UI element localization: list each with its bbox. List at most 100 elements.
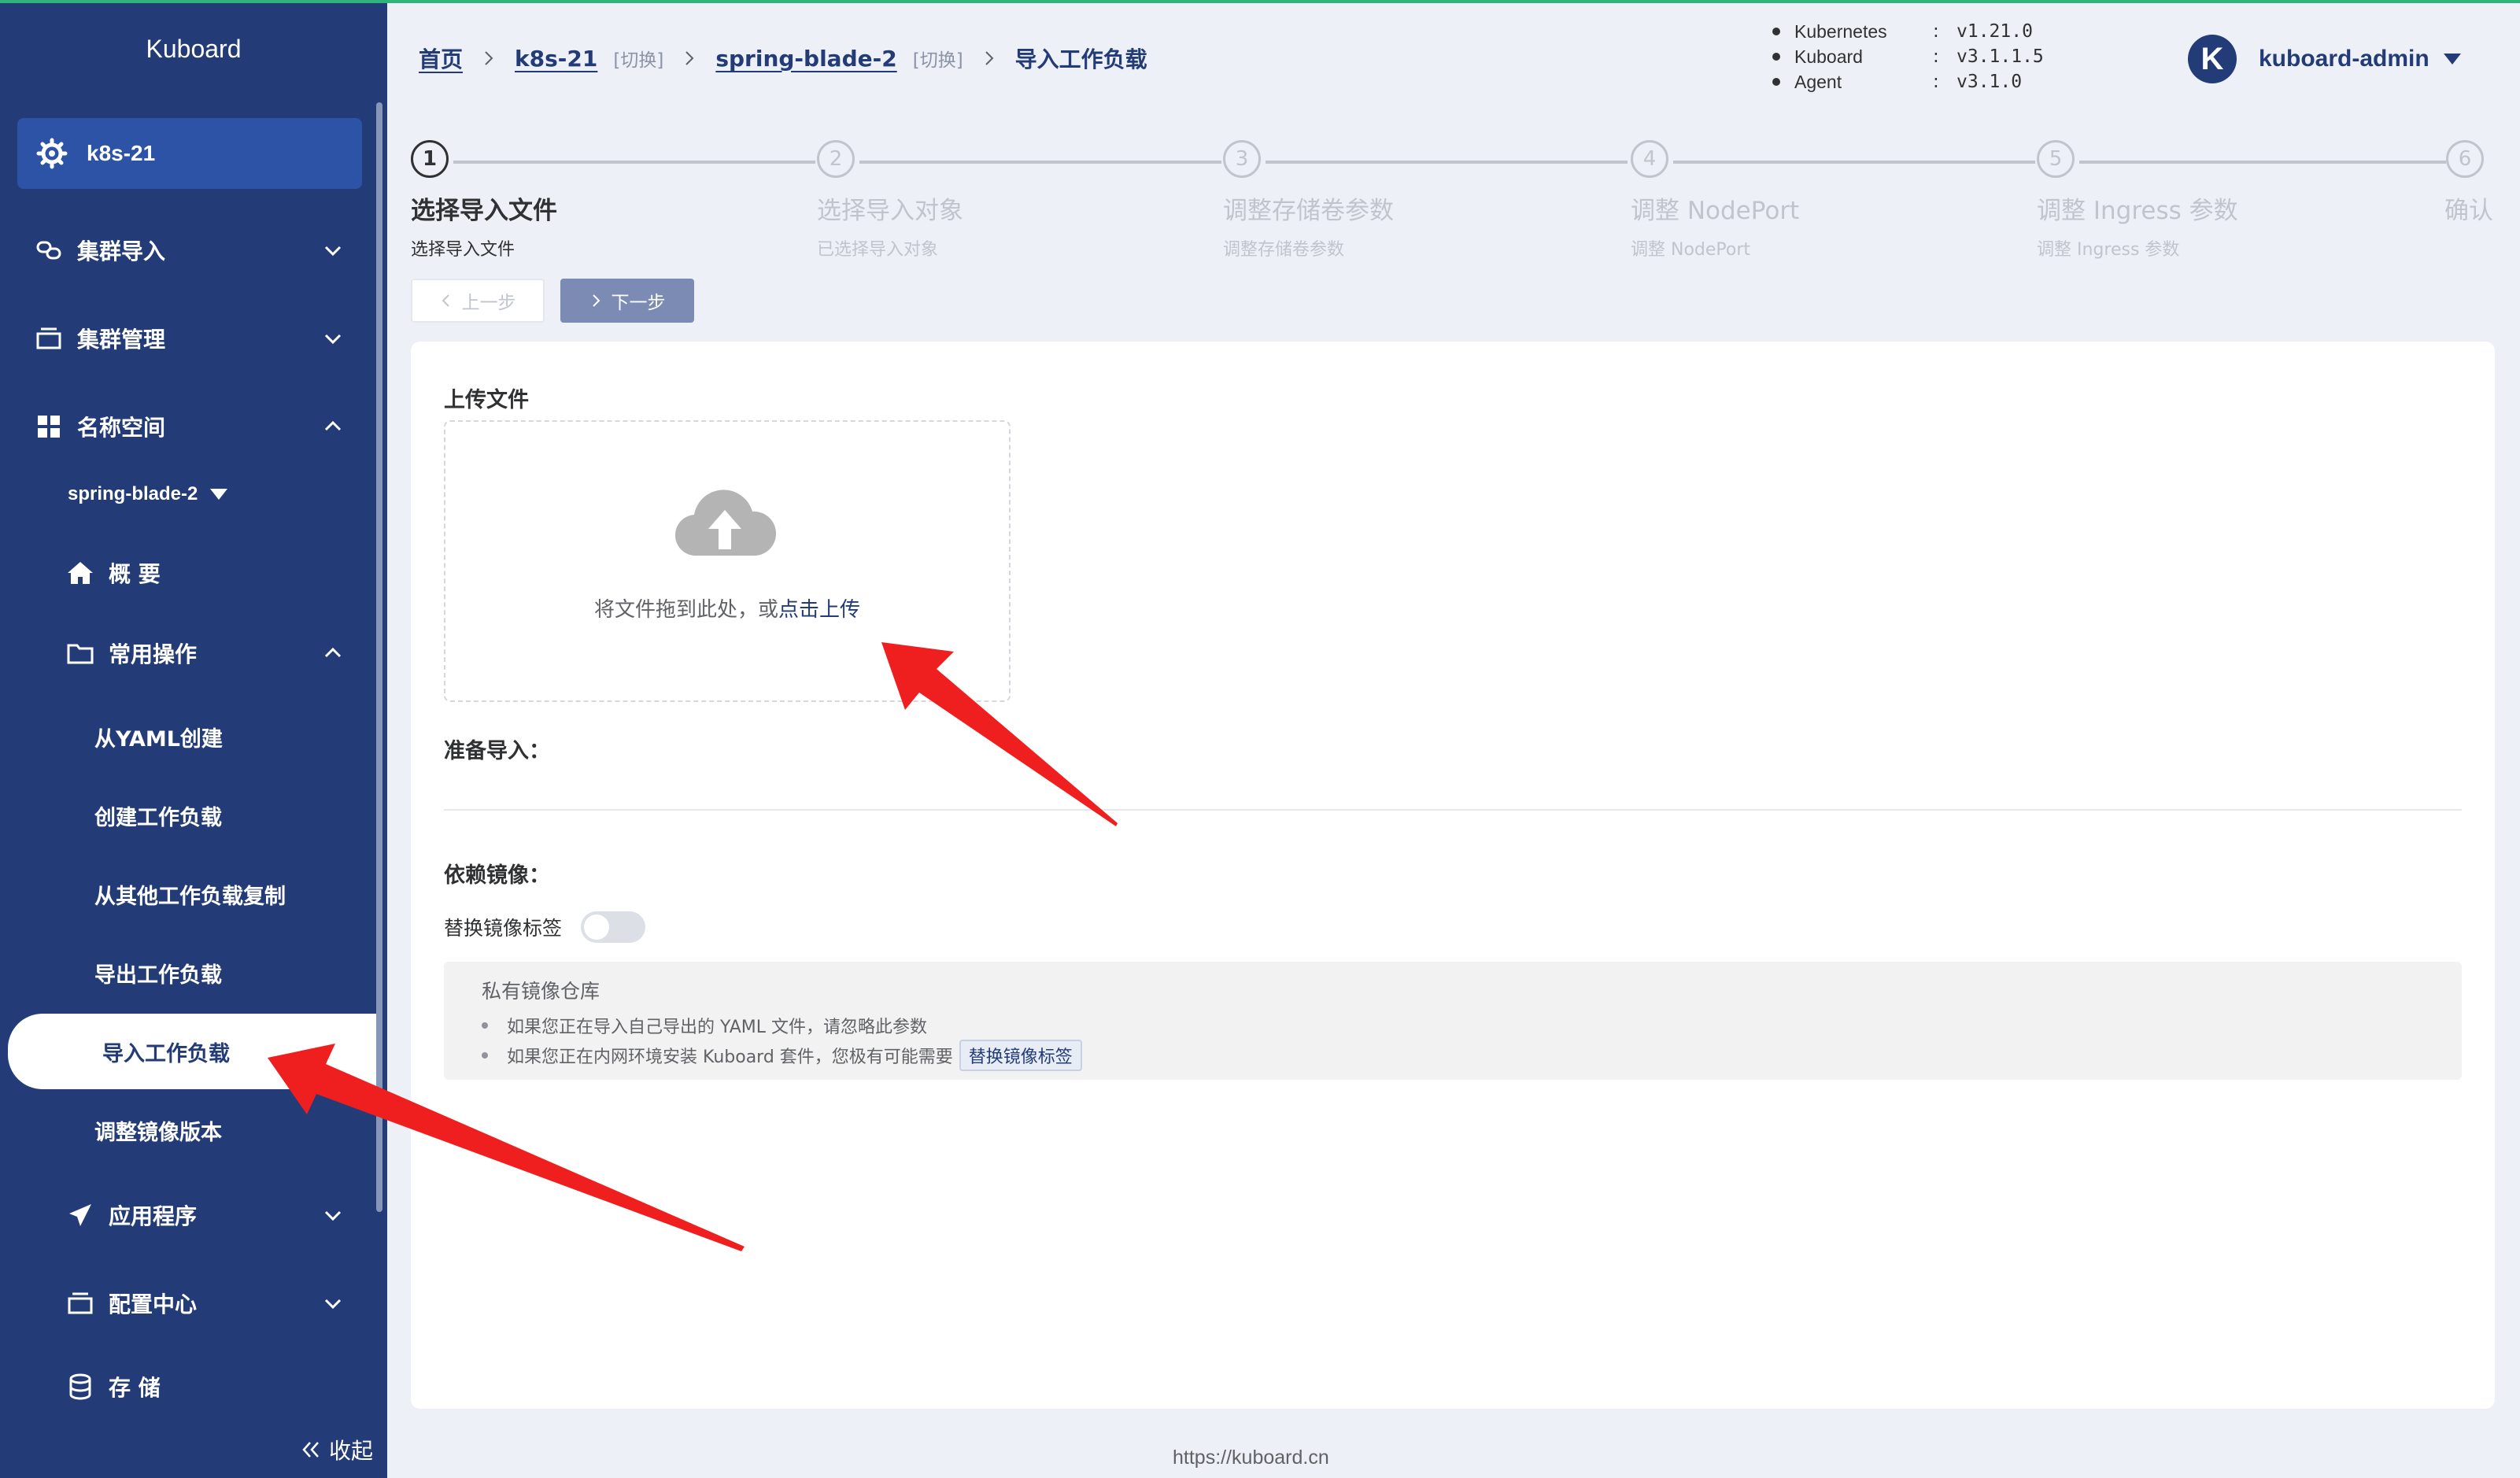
step-number: 5 bbox=[2037, 140, 2075, 178]
upload-hint-text: 将文件拖到此处，或 bbox=[593, 598, 778, 622]
step-1: 1 选择导入文件 选择导入文件 bbox=[411, 140, 557, 260]
step-description: 调整 Ingress 参数 bbox=[2037, 240, 2180, 260]
menu-common-ops[interactable]: 常用操作 bbox=[0, 622, 378, 685]
import-steps: 1 选择导入文件 选择导入文件 2 选择导入对象 已选择导入对象 3 调整存储卷… bbox=[409, 140, 2495, 266]
menu-namespace[interactable]: 名称空间 bbox=[0, 395, 378, 458]
namespace-select[interactable]: spring-blade-2 bbox=[68, 483, 228, 505]
menu-create-workload[interactable]: 创建工作负载 bbox=[0, 784, 378, 847]
step-4: 4 调整 NodePort 调整 NodePort bbox=[1631, 140, 1799, 260]
chevron-left-icon bbox=[442, 294, 449, 307]
version-row: Agent : v3.1.0 bbox=[1772, 69, 2044, 94]
menu-namespace-label: 名称空间 bbox=[77, 415, 166, 441]
menu-overview[interactable]: 概 要 bbox=[0, 541, 378, 604]
breadcrumb-namespace[interactable]: spring-blade-2 bbox=[715, 46, 896, 72]
breadcrumb: 首页 k8s-21 [切换] spring-blade-2 [切换] 导入工作负… bbox=[419, 42, 1147, 74]
current-cluster[interactable]: k8s-21 bbox=[17, 118, 362, 189]
footer-url[interactable]: https://kuboard.cn bbox=[1173, 1447, 1329, 1469]
version-name: Agent bbox=[1794, 71, 1842, 92]
version-colon: : bbox=[1933, 21, 1939, 42]
bullet-icon bbox=[482, 1052, 488, 1059]
top-accent-line bbox=[0, 0, 2520, 3]
step-description: 调整 NodePort bbox=[1631, 240, 1751, 260]
step-title: 调整 NodePort bbox=[1631, 197, 1800, 225]
menu-config-label: 配置中心 bbox=[109, 1291, 198, 1317]
chevron-right-icon bbox=[485, 51, 493, 65]
replace-tag-label: 替换镜像标签 bbox=[444, 917, 563, 940]
send-icon bbox=[69, 1204, 91, 1226]
step-2: 2 选择导入对象 已选择导入对象 bbox=[817, 140, 963, 260]
next-step-button[interactable]: 下一步 bbox=[560, 279, 694, 323]
step-description: 选择导入文件 bbox=[411, 240, 515, 260]
upload-dropzone[interactable]: 将文件拖到此处，或点击上传 bbox=[444, 420, 1011, 702]
menu-adjust-image-version[interactable]: 调整镜像版本 bbox=[0, 1099, 378, 1162]
depends-image-label: 依赖镜像： bbox=[444, 863, 550, 888]
menu-import-workload[interactable]: 导入工作负载 bbox=[8, 1014, 378, 1089]
menu-cluster-manage[interactable]: 集群管理 bbox=[0, 307, 378, 370]
namespace-select-value: spring-blade-2 bbox=[68, 483, 198, 504]
collapse-label: 收起 bbox=[329, 1438, 374, 1464]
menu-copy-workload[interactable]: 从其他工作负载复制 bbox=[0, 863, 378, 926]
step-number: 3 bbox=[1223, 140, 1261, 178]
menu-export-workload-label: 导出工作负载 bbox=[94, 963, 222, 988]
collapse-button[interactable]: 收起 bbox=[299, 1434, 373, 1465]
box-icon bbox=[68, 1292, 93, 1314]
menu-storage-label: 存 储 bbox=[109, 1375, 161, 1401]
version-row: Kuboard : v3.1.1.5 bbox=[1772, 44, 2044, 69]
link-icon bbox=[36, 241, 61, 260]
avatar: K bbox=[2188, 35, 2237, 83]
step-number: 4 bbox=[1631, 140, 1668, 178]
menu-cluster-import[interactable]: 集群导入 bbox=[0, 219, 378, 282]
version-info: Kubernetes : v1.21.0 Kuboard : v3.1.1.5 … bbox=[1772, 19, 2044, 94]
prev-step-button[interactable]: 上一步 bbox=[411, 279, 545, 323]
chevron-up-icon bbox=[324, 420, 342, 431]
step-number: 2 bbox=[817, 140, 855, 178]
replace-tag-toggle[interactable] bbox=[581, 911, 646, 943]
notice-list: 如果您正在导入自己导出的 YAML 文件，请忽略此参数 如果您正在内网环境安装 … bbox=[482, 1011, 1082, 1071]
double-chevron-left-icon bbox=[302, 1442, 319, 1458]
bullet-icon bbox=[1772, 78, 1780, 86]
upload-click-link[interactable]: 点击上传 bbox=[778, 598, 860, 622]
step-title: 确认 bbox=[2444, 197, 2493, 225]
replace-tag-row: 替换镜像标签 bbox=[444, 911, 646, 943]
chevron-down-icon bbox=[324, 246, 342, 257]
step-description: 调整存储卷参数 bbox=[1223, 240, 1345, 260]
prev-step-label: 上一步 bbox=[461, 293, 516, 313]
menu-config[interactable]: 配置中心 bbox=[0, 1272, 378, 1335]
menu-adjust-image-version-label: 调整镜像版本 bbox=[94, 1120, 222, 1145]
step-3: 3 调整存储卷参数 调整存储卷参数 bbox=[1223, 140, 1394, 260]
menu-create-from-yaml-label: 从YAML创建 bbox=[94, 726, 223, 752]
breadcrumb-switch-namespace[interactable]: [切换] bbox=[913, 45, 963, 72]
breadcrumb-switch-cluster[interactable]: [切换] bbox=[613, 45, 663, 72]
gear-icon bbox=[36, 138, 68, 169]
breadcrumb-cluster[interactable]: k8s-21 bbox=[515, 46, 597, 72]
breadcrumb-current: 导入工作负载 bbox=[1014, 46, 1147, 72]
menu-export-workload[interactable]: 导出工作负载 bbox=[0, 941, 378, 1004]
version-colon: : bbox=[1933, 72, 1939, 92]
menu-common-ops-label: 常用操作 bbox=[109, 641, 198, 667]
brand-title: Kuboard bbox=[146, 35, 242, 63]
step-title: 调整存储卷参数 bbox=[1223, 197, 1394, 225]
breadcrumb-home[interactable]: 首页 bbox=[419, 42, 463, 74]
version-value: v1.21.0 bbox=[1957, 21, 2033, 42]
version-name: Kuboard bbox=[1794, 46, 1863, 67]
bullet-icon bbox=[1772, 28, 1780, 35]
user-menu[interactable]: K kuboard-admin bbox=[2188, 35, 2461, 83]
menu-copy-workload-label: 从其他工作负载复制 bbox=[94, 884, 286, 909]
step-number: 1 bbox=[411, 140, 449, 178]
chevron-down-icon bbox=[324, 1210, 342, 1221]
step-title: 调整 Ingress 参数 bbox=[2037, 197, 2238, 225]
step-title: 选择导入文件 bbox=[411, 197, 557, 225]
sidebar-scrollbar[interactable] bbox=[376, 102, 382, 1212]
menu-create-from-yaml[interactable]: 从YAML创建 bbox=[0, 705, 378, 768]
version-colon: : bbox=[1933, 46, 1939, 67]
menu-apps[interactable]: 应用程序 bbox=[0, 1184, 378, 1247]
bullet-icon bbox=[1772, 53, 1780, 61]
menu-storage[interactable]: 存 储 bbox=[0, 1355, 378, 1418]
upload-hint: 将文件拖到此处，或点击上传 bbox=[445, 593, 1009, 623]
replace-tag-link[interactable]: 替换镜像标签 bbox=[959, 1040, 1082, 1071]
notice-line-1: 如果您正在导入自己导出的 YAML 文件，请忽略此参数 bbox=[507, 1018, 928, 1037]
caret-down-icon bbox=[210, 489, 228, 500]
version-row: Kubernetes : v1.21.0 bbox=[1772, 19, 2044, 44]
chevron-up-icon bbox=[324, 647, 342, 658]
database-icon bbox=[69, 1373, 91, 1400]
